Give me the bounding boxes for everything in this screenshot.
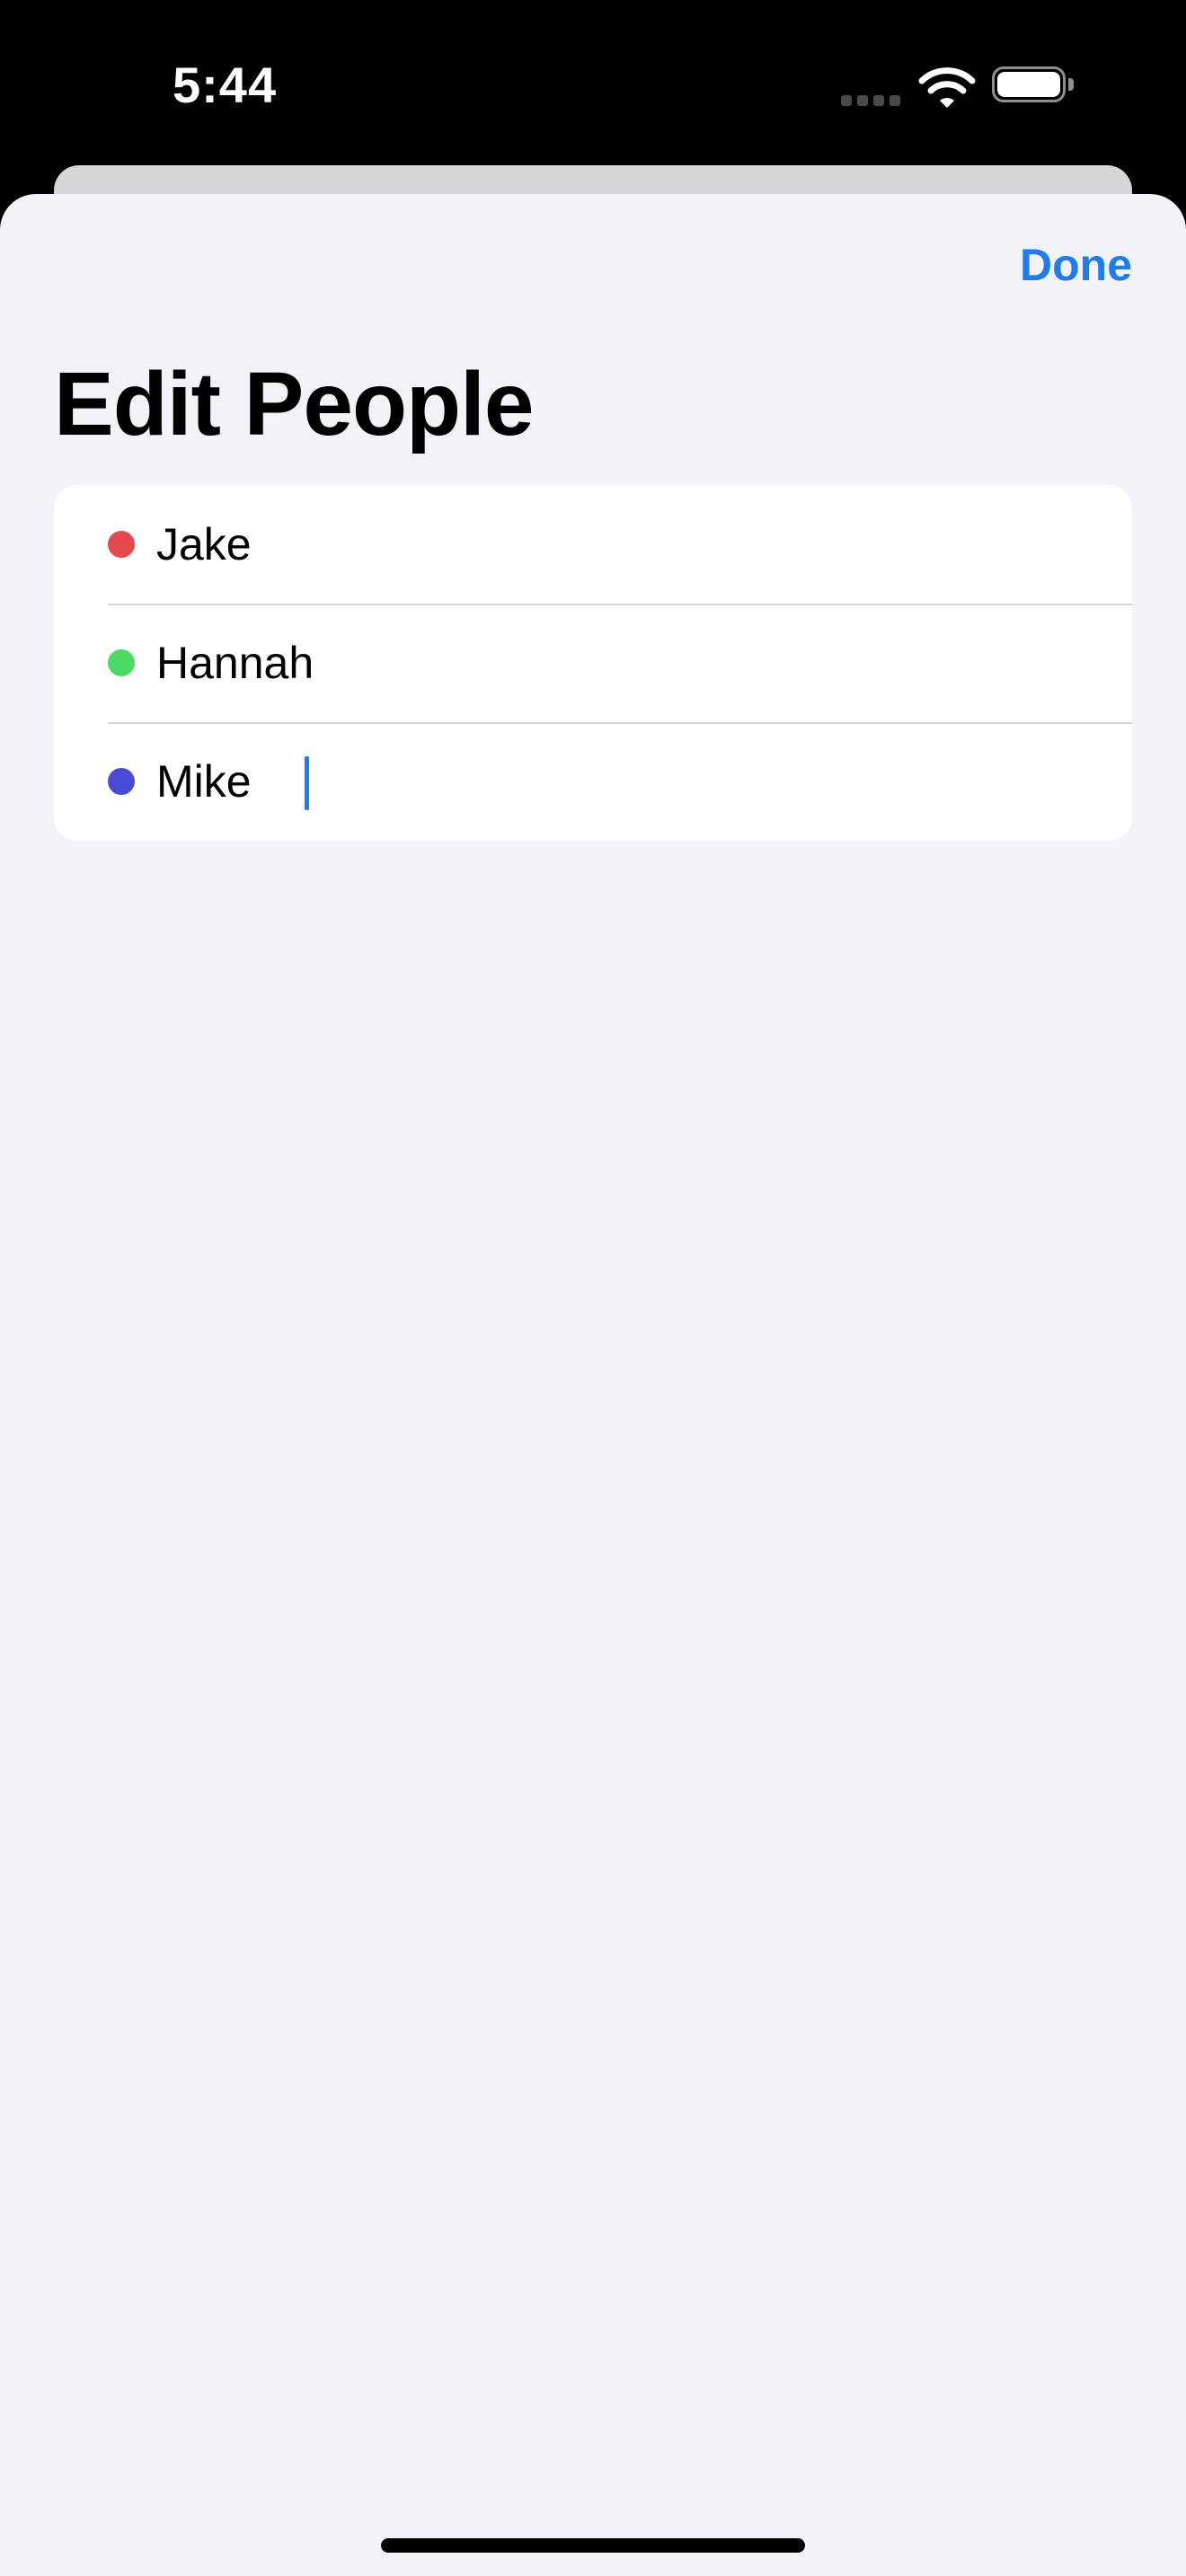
color-dot (108, 531, 135, 558)
edit-people-sheet: Done Edit People (0, 194, 1186, 2576)
color-dot (108, 649, 135, 676)
signal-icon (841, 95, 900, 108)
name-field-jake[interactable] (156, 510, 1091, 578)
text-cursor (305, 756, 309, 810)
name-field-hannah[interactable] (156, 629, 1091, 697)
wifi-icon (918, 67, 976, 108)
people-list (54, 485, 1132, 841)
person-row-jake (54, 485, 1132, 604)
status-bar: 5:44 (0, 0, 1186, 171)
person-row-hannah (54, 604, 1132, 722)
home-indicator[interactable] (381, 2538, 805, 2553)
color-dot (108, 768, 135, 795)
person-row-mike (54, 722, 1132, 841)
battery-icon (992, 66, 1076, 106)
name-field-mike[interactable] (156, 747, 1091, 816)
status-time: 5:44 (173, 57, 278, 113)
done-button[interactable]: Done (1020, 239, 1132, 291)
page-title: Edit People (54, 354, 535, 454)
